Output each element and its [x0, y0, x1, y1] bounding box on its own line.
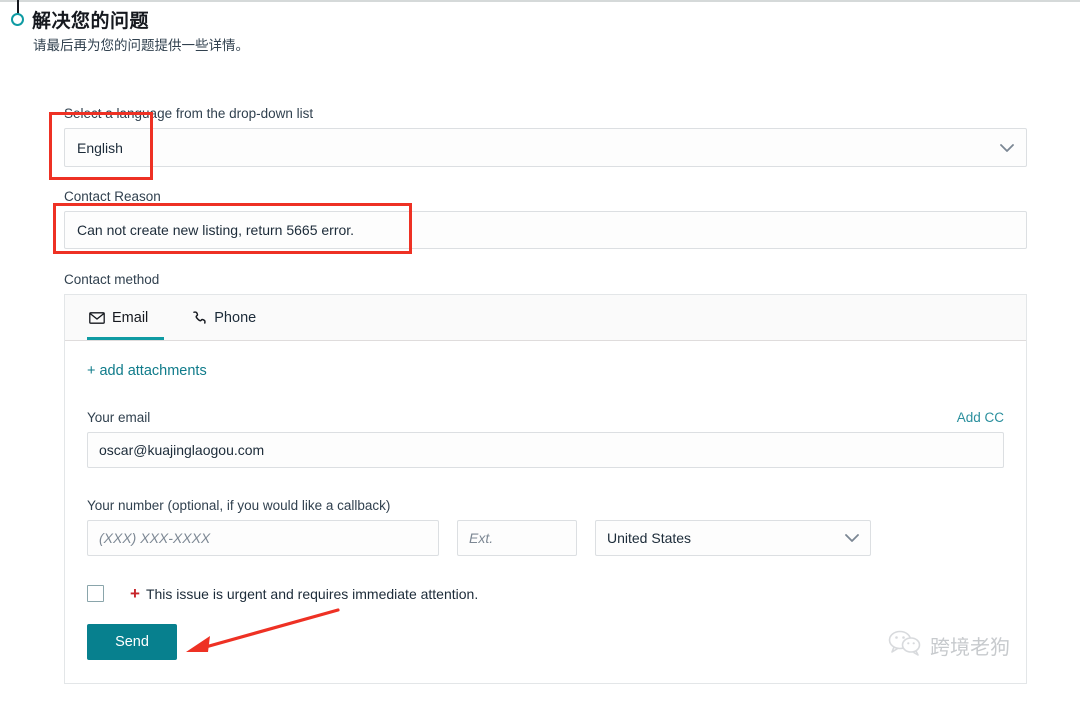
contact-reason-input[interactable]: Can not create new listing, return 5665 …: [64, 211, 1027, 249]
page-title: 解决您的问题: [32, 11, 150, 32]
country-select-value: United States: [607, 530, 692, 546]
wechat-icon: [888, 630, 922, 661]
email-label-row: Your email Add CC: [87, 410, 1004, 425]
send-button[interactable]: Send: [87, 624, 177, 660]
language-select-value: English: [77, 139, 123, 156]
phone-icon: [192, 310, 207, 325]
top-divider: [0, 0, 1080, 2]
country-select[interactable]: United States: [595, 520, 871, 556]
watermark: 跨境老狗: [888, 630, 1010, 661]
plus-icon: +: [130, 584, 140, 603]
urgent-checkbox[interactable]: [87, 585, 104, 602]
contact-reason-label: Contact Reason: [64, 189, 161, 204]
language-label: Select a language from the drop-down lis…: [64, 106, 314, 121]
contact-method-label: Contact method: [64, 272, 160, 287]
phone-row: United States: [87, 520, 1004, 556]
phone-ext-input[interactable]: [457, 520, 577, 556]
tab-bar: Email Phone: [65, 295, 1026, 341]
step-connector-line: [17, 0, 19, 14]
tab-email-underline: [87, 337, 165, 340]
tab-phone[interactable]: Phone: [190, 295, 272, 340]
add-cc-link[interactable]: Add CC: [957, 410, 1004, 425]
tab-email[interactable]: Email: [87, 295, 165, 340]
email-label: Your email: [87, 410, 151, 425]
add-attachments-link[interactable]: + add attachments: [87, 363, 207, 379]
contact-reason-value: Can not create new listing, return 5665 …: [77, 222, 355, 238]
tab-phone-label: Phone: [214, 309, 257, 326]
phone-label: Your number (optional, if you would like…: [87, 498, 391, 513]
phone-label-row: Your number (optional, if you would like…: [87, 498, 1004, 513]
chevron-down-icon: [1000, 140, 1014, 156]
email-input[interactable]: [87, 432, 1004, 468]
urgent-row: + This issue is urgent and requires imme…: [87, 585, 1004, 602]
card-body: + add attachments Your email Add CC Your…: [65, 341, 1026, 660]
watermark-text: 跨境老狗: [930, 635, 1010, 659]
envelope-icon: [89, 311, 105, 324]
phone-number-input[interactable]: [87, 520, 439, 556]
language-select[interactable]: English: [64, 128, 1027, 167]
contact-method-card: Email Phone + add attachments Your email…: [64, 294, 1027, 684]
urgent-label: This issue is urgent and requires immedi…: [145, 585, 479, 602]
step-circle-icon: [11, 13, 24, 26]
chevron-down-icon: [845, 530, 859, 546]
step-marker: [10, 0, 34, 40]
page-subtitle: 请最后再为您的问题提供一些详情。: [33, 38, 249, 53]
tab-email-label: Email: [112, 309, 149, 326]
